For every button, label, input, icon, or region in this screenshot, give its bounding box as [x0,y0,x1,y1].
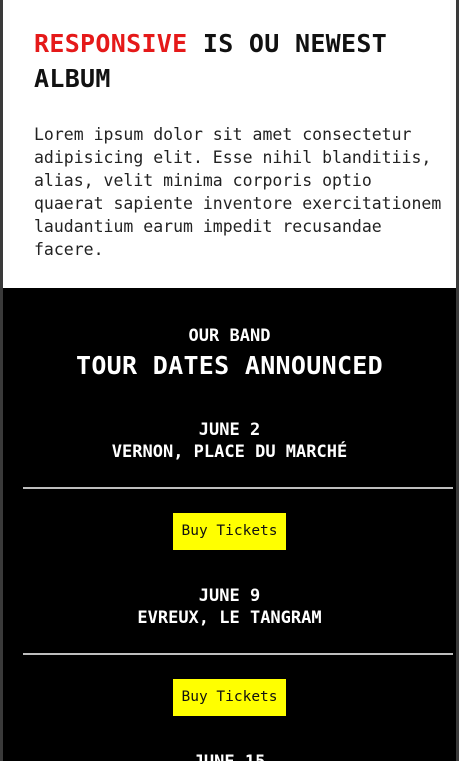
tour-event: JUNE 15 [3,751,456,761]
buy-tickets-button[interactable]: Buy Tickets [173,513,286,550]
tour-section: OUR BAND TOUR DATES ANNOUNCED JUNE 2 VER… [3,326,456,761]
event-date: JUNE 15 [3,751,456,761]
album-title-accent: RESPONSIVE [34,29,188,58]
event-divider [23,487,453,489]
event-date: JUNE 2 [198,420,261,440]
tour-eyebrow: OUR BAND [188,326,271,346]
album-description: Lorem ipsum dolor sit amet consectetur a… [34,125,442,259]
event-venue: VERNON, PLACE DU MARCHÉ [111,442,348,462]
page-frame: RESPONSIVE IS OU NEWEST ALBUM Lorem ipsu… [3,0,456,761]
album-title: RESPONSIVE IS OU NEWEST ALBUM [34,26,434,96]
buy-tickets-button[interactable]: Buy Tickets [173,679,286,716]
album-section: RESPONSIVE IS OU NEWEST ALBUM Lorem ipsu… [3,0,456,288]
tour-event: JUNE 9 EVREUX, LE TANGRAM Buy Tickets [3,585,456,716]
tour-event: JUNE 2 VERNON, PLACE DU MARCHÉ Buy Ticke… [3,419,456,550]
event-venue: EVREUX, LE TANGRAM [137,608,322,628]
event-divider [23,653,453,655]
event-date: JUNE 9 [198,586,261,606]
tour-heading: TOUR DATES ANNOUNCED [75,351,384,380]
